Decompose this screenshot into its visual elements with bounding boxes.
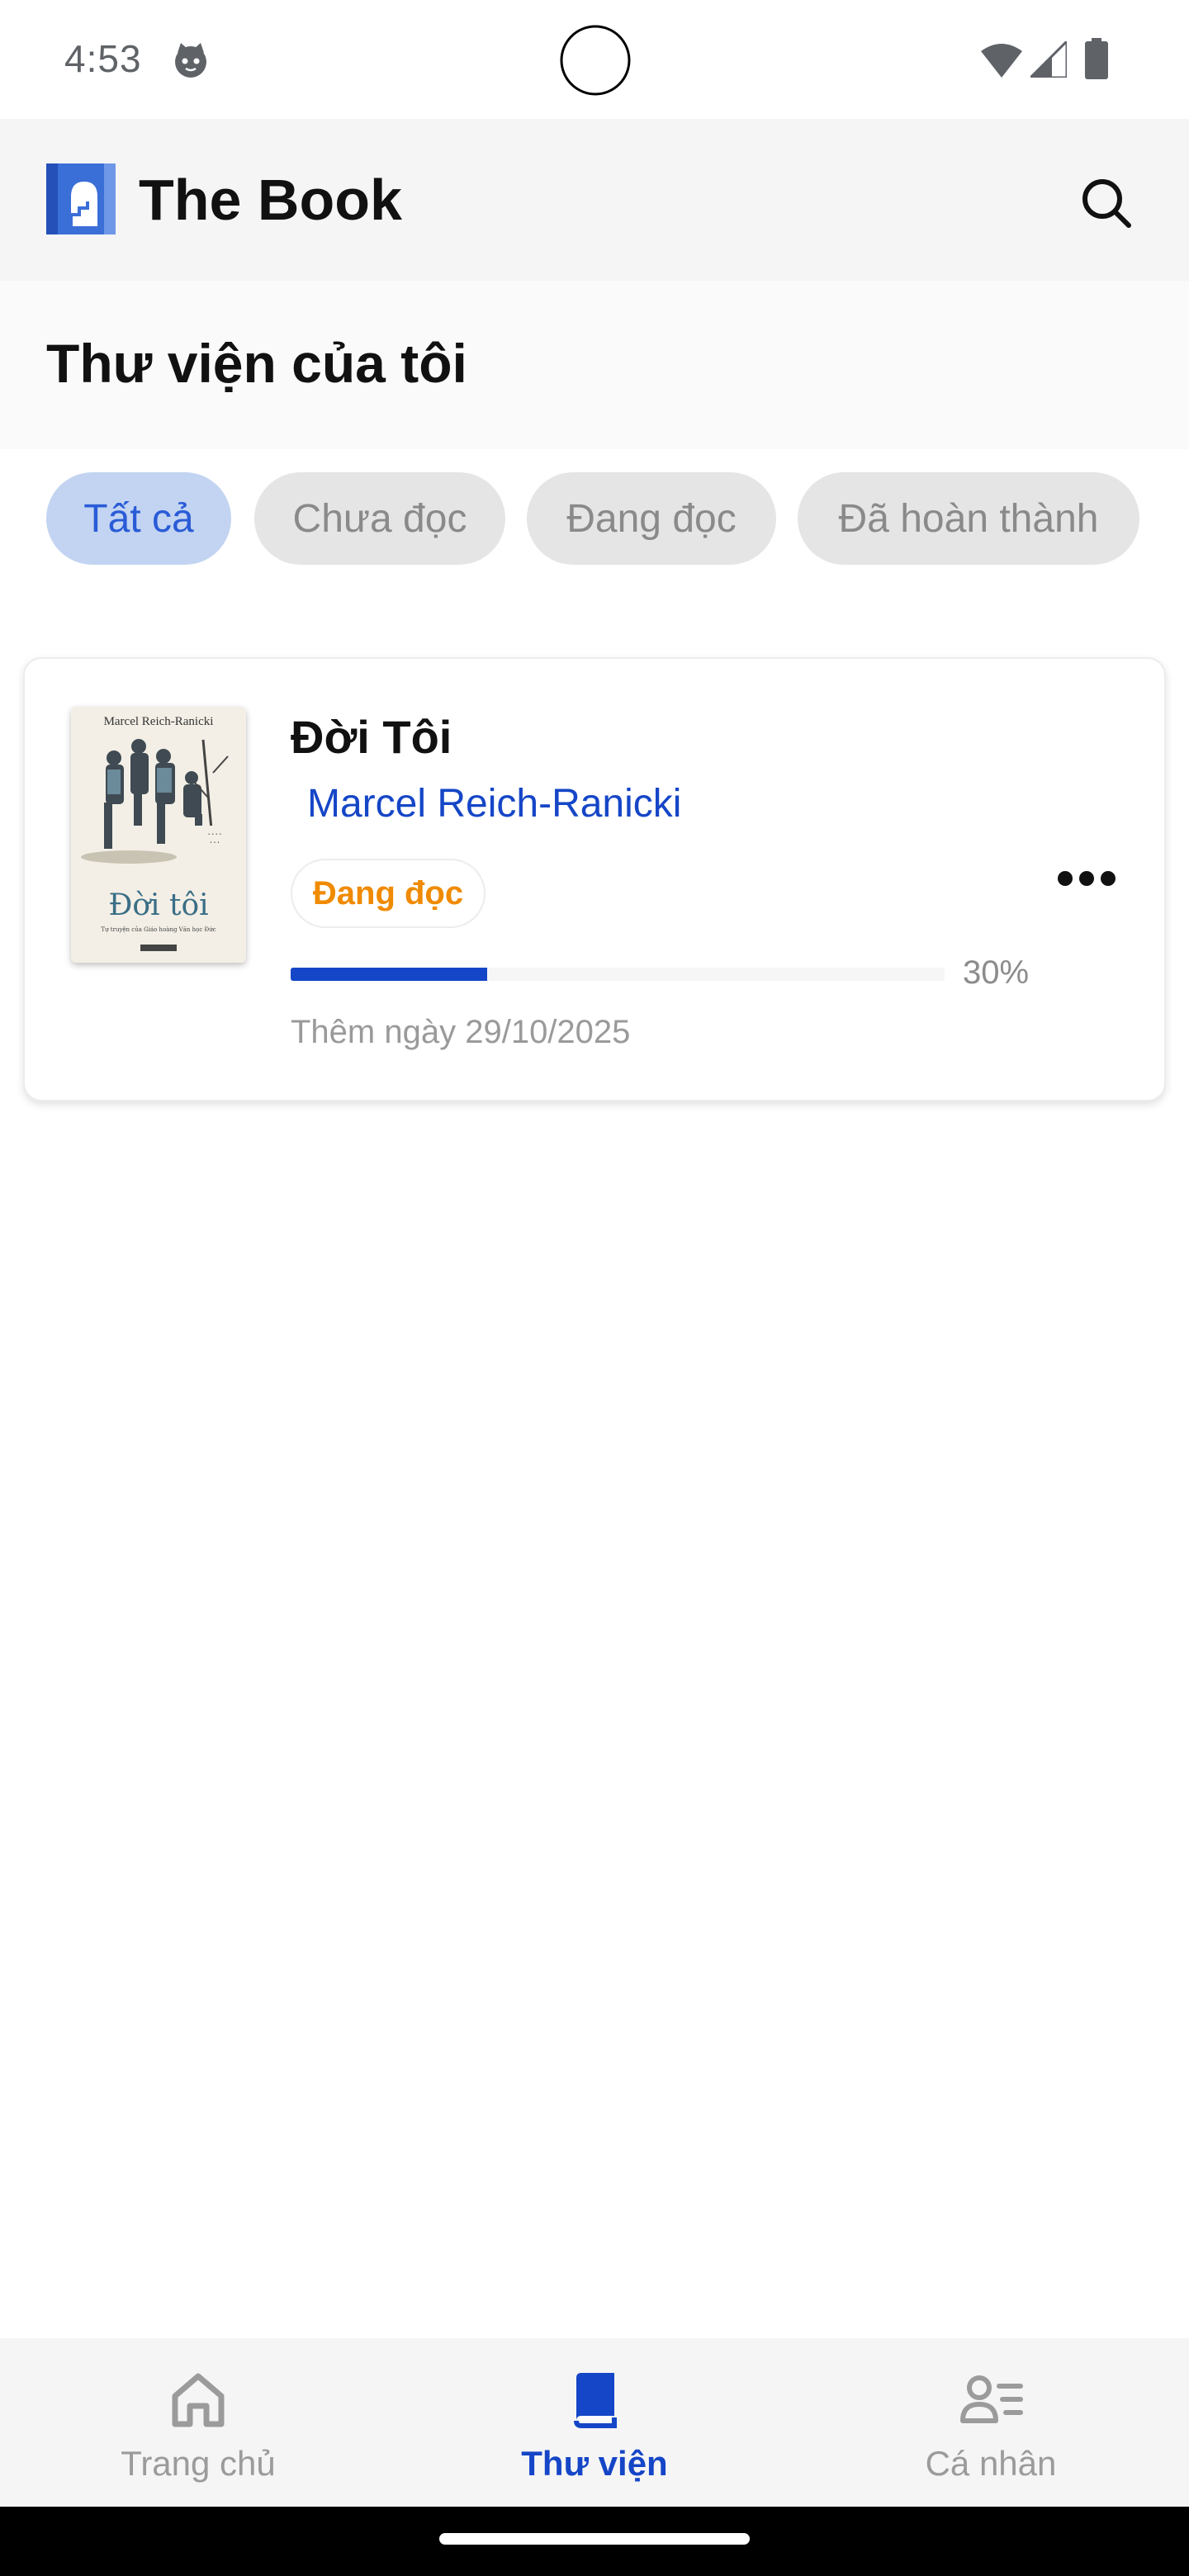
book-author[interactable]: Marcel Reich-Ranicki: [307, 781, 681, 826]
nav-label-profile: Cá nhân: [925, 2444, 1057, 2483]
cat-face-icon: [175, 43, 206, 78]
app-bar: The Book: [0, 119, 1189, 281]
cover-subtitle: Tự truyện của Giáo hoàng Văn học Đức: [101, 926, 216, 933]
book-cover[interactable]: Marcel Reich-Ranicki • • • • • • • Đời t…: [71, 707, 246, 963]
page-title: Thư viện của tôi: [46, 333, 467, 394]
book-icon: [574, 2373, 617, 2428]
added-date: Thêm ngày 29/10/2025: [291, 1014, 631, 1050]
book-card[interactable]: Marcel Reich-Ranicki • • • • • • • Đời t…: [23, 657, 1166, 1101]
gesture-bar: [0, 2507, 1189, 2576]
cover-illustration: Marcel Reich-Ranicki • • • • • • • Đời t…: [71, 707, 246, 963]
reading-progress-bar: [291, 968, 945, 981]
library-screen: 4:53 The Book Thư viện của tôi Tất cả Ch…: [0, 0, 1189, 2576]
reading-status-badge: Đang đọc: [291, 859, 486, 928]
wifi-icon: [981, 44, 1022, 78]
book-logo-icon: [46, 163, 116, 234]
reading-progress-fill: [291, 968, 487, 981]
nav-item-library[interactable]: Thư viện: [396, 2338, 793, 2507]
cover-title: Đời tôi: [108, 888, 208, 922]
app-title: The Book: [139, 168, 402, 232]
camera-cutout: [560, 25, 631, 96]
cell-signal-icon: [1030, 41, 1067, 78]
profile-list-icon: [960, 2375, 1023, 2423]
filter-chip-all[interactable]: Tất cả: [46, 472, 231, 565]
bottom-navigation: Trang chủ Thư viện Cá nhân: [0, 2338, 1189, 2507]
search-button[interactable]: [1073, 170, 1139, 236]
reading-progress-label: 30%: [963, 954, 1030, 991]
book-title[interactable]: Đời Tôi: [291, 710, 452, 764]
nav-item-profile[interactable]: Cá nhân: [793, 2338, 1189, 2507]
svg-text:• • • •: • • • •: [208, 832, 222, 837]
nav-item-home[interactable]: Trang chủ: [0, 2338, 396, 2507]
page-header: Thư viện của tôi: [0, 281, 1189, 449]
status-time: 4:53: [64, 37, 142, 80]
search-icon: [1082, 179, 1131, 228]
home-icon: [172, 2373, 225, 2427]
filter-chip-reading[interactable]: Đang đọc: [527, 472, 776, 565]
more-options-button[interactable]: [1045, 837, 1128, 920]
filter-chip-finished[interactable]: Đã hoàn thành: [798, 472, 1139, 565]
more-horizontal-icon: [1058, 871, 1116, 886]
battery-icon: [1085, 38, 1108, 79]
cover-author: Marcel Reich-Ranicki: [104, 715, 214, 728]
nav-label-library: Thư viện: [521, 2444, 668, 2483]
nav-label-home: Trang chủ: [121, 2444, 276, 2483]
home-gesture-handle[interactable]: [439, 2533, 750, 2545]
status-bar: 4:53: [0, 0, 1189, 119]
svg-text:• • •: • • •: [210, 841, 220, 845]
filter-chip-unread[interactable]: Chưa đọc: [254, 472, 505, 565]
